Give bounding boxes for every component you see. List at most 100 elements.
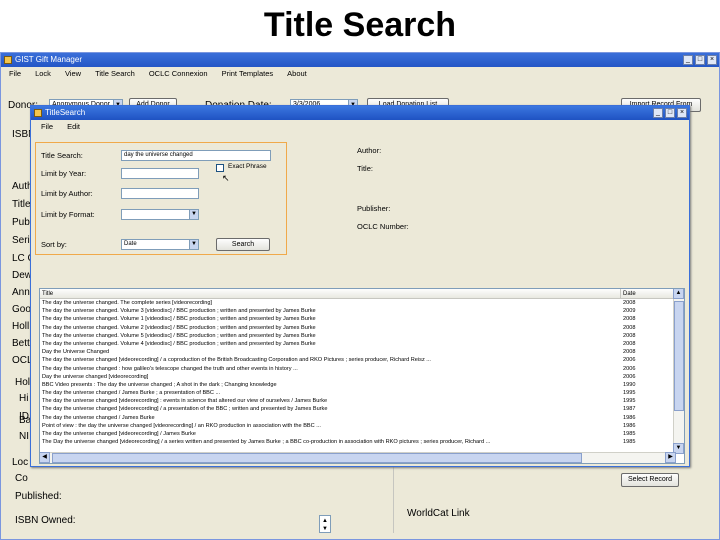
row-title: The day the universe changed [videorecor…	[42, 406, 328, 413]
dewey-label: Dew	[12, 270, 33, 281]
scroll-thumb[interactable]	[674, 301, 684, 411]
published-label: Published:	[15, 491, 62, 502]
worldcat-link[interactable]: WorldCat Link	[407, 508, 470, 519]
scroll-right-icon[interactable]: ▶	[665, 452, 676, 463]
close-icon[interactable]: ×	[677, 108, 687, 118]
table-row[interactable]: Day the universe changed [videorecording…	[40, 373, 674, 381]
search-button[interactable]: Search	[216, 238, 270, 251]
row-date: 2006	[623, 357, 636, 364]
title-label: Title	[12, 199, 31, 210]
dialog-titlebar: TitleSearch _ □ ×	[31, 106, 689, 120]
series-label: Seri	[12, 235, 30, 246]
menu-file[interactable]: File	[9, 67, 21, 80]
table-row[interactable]: The day the universe changed. Volume 4 […	[40, 340, 674, 348]
dialog-controls: _ □ ×	[653, 108, 687, 118]
sort-by-select[interactable]: Date ▼	[121, 239, 199, 250]
limit-format-select[interactable]: ▼	[121, 209, 199, 220]
row-date: 1986	[623, 414, 636, 421]
scroll-up-icon[interactable]: ▲	[673, 289, 684, 299]
limit-format-label: Limit by Format:	[41, 210, 95, 219]
minimize-icon[interactable]: _	[683, 55, 693, 65]
maximize-icon[interactable]: □	[695, 55, 705, 65]
row-title: The day the universe changed. Volume 1 […	[42, 316, 316, 323]
row-title: Point of view : the day the universe cha…	[42, 422, 321, 429]
table-row[interactable]: Day the Universe Changed 2008	[40, 348, 674, 356]
table-row[interactable]: The day the universe changed. Volume 3 […	[40, 307, 674, 315]
row-date: 2008	[623, 316, 636, 323]
row-date: 1985	[623, 439, 636, 446]
isbn-owned-spinner[interactable]: ▲ ▼	[319, 515, 331, 533]
sort-by-label: Sort by:	[41, 240, 67, 249]
column-date-header[interactable]: Date	[620, 289, 672, 299]
results-list[interactable]: Title Date The day the universe changed.…	[39, 288, 685, 464]
table-row[interactable]: The day the universe changed [videorecor…	[40, 356, 674, 364]
scroll-thumb[interactable]	[52, 453, 582, 463]
table-row[interactable]: The day the universe changed [videorecor…	[40, 405, 674, 413]
table-row[interactable]: The day the universe changed : how galil…	[40, 365, 674, 373]
row-title: The day the universe changed. Volume 4 […	[42, 340, 316, 347]
exact-phrase-checkbox[interactable]	[216, 164, 224, 172]
spinner-down-icon[interactable]: ▼	[322, 524, 328, 534]
row-title: Day the Universe Changed	[42, 349, 110, 356]
row-title: The day the universe changed. The comple…	[42, 300, 212, 306]
row-date: 1990	[623, 381, 636, 388]
row-date: 1995	[623, 398, 636, 405]
dialog-title: TitleSearch	[45, 108, 86, 117]
ni-label: NI	[19, 431, 29, 442]
scroll-left-icon[interactable]: ◀	[40, 452, 50, 463]
vertical-scrollbar[interactable]: ▲ ▼	[673, 289, 684, 454]
location-label: Loc	[12, 457, 29, 468]
limit-author-label: Limit by Author:	[41, 189, 93, 198]
row-date: 2008	[623, 300, 636, 306]
table-row[interactable]: The day the universe changed [videorecor…	[40, 430, 674, 438]
row-title: The day the universe changed [videorecor…	[42, 398, 328, 405]
maximize-icon[interactable]: □	[665, 108, 675, 118]
title-search-input[interactable]: day the universe changed	[121, 150, 271, 161]
row-title: The day the universe changed. Volume 5 […	[42, 332, 316, 339]
table-row[interactable]: The day the universe changed. Volume 2 […	[40, 324, 674, 332]
title-search-dialog: TitleSearch _ □ × File Edit Title Search…	[30, 105, 690, 467]
menu-lock[interactable]: Lock	[35, 67, 51, 80]
table-row[interactable]: The day the universe changed. Volume 1 […	[40, 315, 674, 323]
divider	[393, 463, 394, 533]
co-label: Co	[15, 473, 28, 484]
slide-title: Title Search	[263, 6, 457, 44]
close-icon[interactable]: ×	[707, 55, 717, 65]
row-date: 2008	[623, 349, 636, 356]
row-title: The Day the universe changed [videorecor…	[42, 439, 491, 446]
dialog-menu-file[interactable]: File	[41, 121, 53, 133]
oclc-number-label: OCLC Number:	[357, 222, 409, 231]
menu-about[interactable]: About	[287, 67, 307, 80]
horizontal-scrollbar[interactable]: ◀ ▶	[40, 452, 676, 463]
dialog-app-icon	[34, 109, 42, 117]
minimize-icon[interactable]: _	[653, 108, 663, 118]
limit-author-input[interactable]	[121, 188, 199, 199]
limit-year-input[interactable]	[121, 168, 199, 179]
google-label: Goo	[12, 304, 31, 315]
table-row[interactable]: The day the universe changed. The comple…	[40, 299, 674, 307]
table-row[interactable]: Point of view : the day the universe cha…	[40, 422, 674, 430]
row-title: The day the universe changed [videorecor…	[42, 357, 431, 364]
menu-oclc-connexion[interactable]: OCLC Connexion	[149, 67, 208, 80]
table-row[interactable]: The day the universe changed [videorecor…	[40, 397, 674, 405]
app-icon	[4, 56, 12, 64]
table-row[interactable]: The day the universe changed. Volume 5 […	[40, 332, 674, 340]
publisher-detail-label: Publisher:	[357, 204, 391, 213]
table-row[interactable]: The day the universe changed / James Bur…	[40, 414, 674, 422]
author-detail-label: Author:	[357, 146, 382, 155]
menu-print-templates[interactable]: Print Templates	[222, 67, 274, 80]
row-title: The day the universe changed / James Bur…	[42, 390, 221, 397]
menu-title-search[interactable]: Title Search	[95, 67, 135, 80]
sort-by-value: Date	[124, 241, 137, 247]
column-title-header[interactable]: Title	[42, 289, 53, 299]
table-row[interactable]: The Day the universe changed [videorecor…	[40, 438, 674, 446]
menu-view[interactable]: View	[65, 67, 81, 80]
table-row[interactable]: BBC Video presents : The day the univers…	[40, 381, 674, 389]
select-record-button[interactable]: Select Record	[621, 473, 679, 487]
row-title: Day the universe changed [videorecording…	[42, 373, 149, 380]
dialog-menu-edit[interactable]: Edit	[67, 121, 80, 133]
table-row[interactable]: The day the universe changed / James Bur…	[40, 389, 674, 397]
publisher-label: Publ	[12, 217, 33, 228]
better-world-label: Bett	[12, 338, 30, 349]
row-date: 1995	[623, 390, 636, 397]
